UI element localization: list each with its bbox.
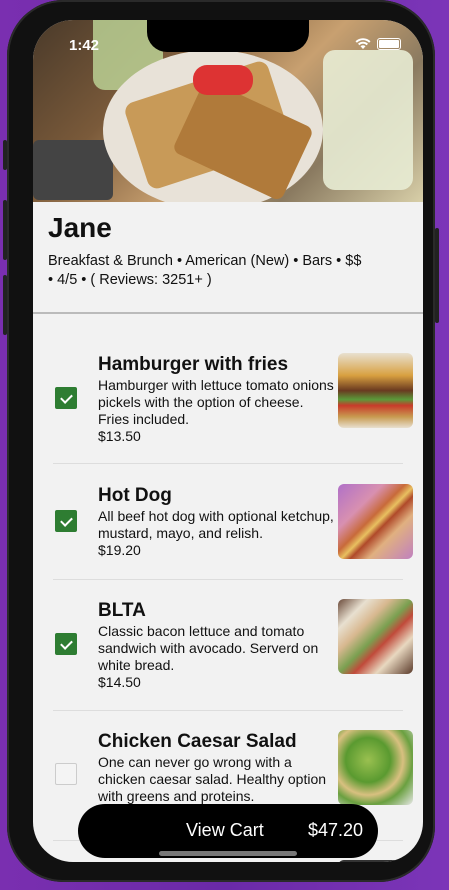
item-price: $14.50: [98, 674, 141, 690]
item-description: Classic bacon lettuce and tomato sandwic…: [98, 623, 319, 673]
item-title: BLTA: [98, 600, 146, 621]
item-description: All beef hot dog with optional ketchup, …: [98, 508, 334, 541]
restaurant-meta-line2: • 4/5 • ( Reviews: 3251+ ): [48, 272, 212, 288]
cart-total: $47.20: [307, 820, 363, 840]
restaurant-name: Jane: [48, 212, 112, 243]
volume-down-button: [3, 275, 7, 335]
mute-switch: [3, 140, 7, 170]
sandwich-photo: [338, 599, 413, 674]
status-icons: [355, 38, 401, 50]
salad-photo: [338, 730, 413, 805]
home-indicator[interactable]: [159, 851, 297, 856]
volume-up-button: [3, 200, 7, 260]
restaurant-info: Jane Breakfast & Brunch • American (New)…: [48, 212, 408, 290]
item-separator: [53, 463, 403, 464]
status-time: 1:42: [69, 37, 100, 54]
item-price: $13.50: [98, 428, 141, 444]
hamburger-photo: [338, 353, 413, 428]
item-title: Hamburger with fries: [98, 354, 289, 375]
power-button: [435, 228, 439, 323]
view-cart-button[interactable]: View Cart $47.20: [78, 804, 378, 858]
hot-dog-photo: [338, 484, 413, 559]
restaurant-meta-line1: Breakfast & Brunch • American (New) • Ba…: [48, 253, 362, 269]
item-checkbox-caesar-salad[interactable]: [55, 763, 77, 785]
notch: [147, 20, 309, 52]
view-cart-label: View Cart: [186, 820, 264, 840]
item-price: $19.20: [98, 542, 141, 558]
item-checkbox-hamburger[interactable]: [55, 387, 77, 409]
battery-icon: [377, 38, 401, 50]
item-description: Hamburger with lettuce tomato onions pic…: [98, 377, 334, 427]
item-separator: [53, 579, 403, 580]
item-checkbox-blta[interactable]: [55, 633, 77, 655]
next-item-photo: [338, 860, 413, 862]
phone-frame: 1:42 Jane Breakfast & Brunch • American …: [3, 0, 439, 882]
item-description: One can never go wrong with a chicken ca…: [98, 754, 327, 804]
section-divider: [33, 312, 423, 314]
app-screen: 1:42 Jane Breakfast & Brunch • American …: [33, 20, 423, 862]
item-separator: [53, 710, 403, 711]
item-title: Hot Dog: [98, 485, 172, 506]
item-title: Chicken Caesar Salad: [98, 731, 297, 752]
item-checkbox-hot-dog[interactable]: [55, 510, 77, 532]
wifi-icon: [355, 38, 371, 49]
